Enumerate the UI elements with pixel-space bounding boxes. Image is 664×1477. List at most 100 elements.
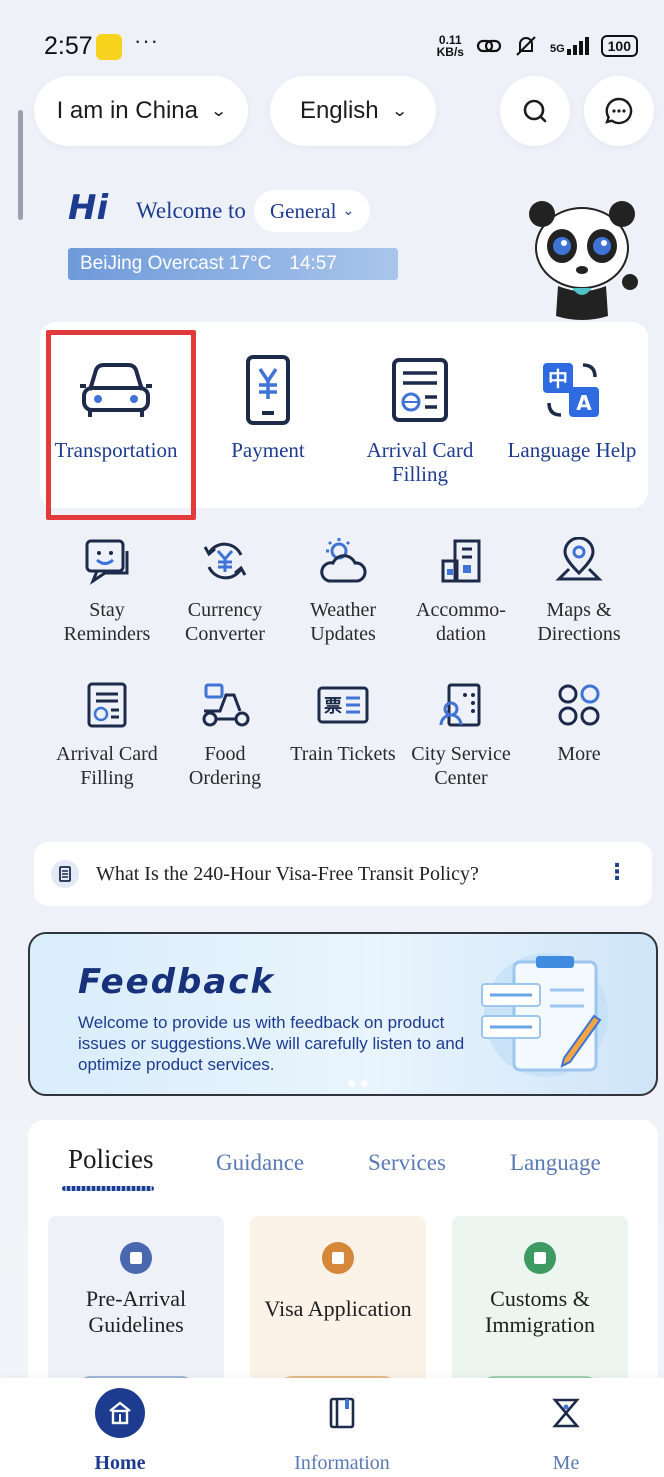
status-bar: 2:57 ··· 0.11 KB/s 5G 100	[0, 0, 664, 80]
service-label: Maps & Directions	[537, 599, 621, 645]
net-speed-unit: KB/s	[436, 45, 464, 59]
weather-condition: Overcast	[147, 253, 224, 274]
feedback-banner[interactable]: Feedback Welcome to provide us with feed…	[28, 932, 658, 1096]
service-more[interactable]: More	[520, 678, 638, 766]
service-label: Train Tickets	[290, 743, 396, 765]
document-icon	[120, 1242, 152, 1274]
weather-temperature: 17°C	[228, 253, 272, 274]
service-accommodation[interactable]: Accommo-dation	[402, 534, 520, 646]
policy-card-customs[interactable]: Customs & Immigration GO➜	[452, 1216, 628, 1410]
signal-icon	[566, 37, 589, 55]
weather-city: BeiJing	[80, 253, 143, 274]
profile-icon	[541, 1388, 591, 1438]
arrival-card-small-icon	[80, 678, 134, 732]
policies-section: Policies Guidance Services Language Pre-…	[28, 1120, 658, 1410]
service-label: More	[557, 743, 601, 765]
nav-label: Information	[294, 1452, 390, 1474]
net-speed: 0.11 KB/s	[437, 34, 464, 58]
weather-band: BeiJing Overcast 17°C 14:57	[68, 248, 398, 280]
service-weather-updates[interactable]: Weather Updates	[284, 534, 402, 646]
nav-information[interactable]: Information	[262, 1388, 422, 1475]
service-currency-converter[interactable]: Currency Converter	[166, 534, 284, 646]
chevron-down-icon: ⌄	[209, 103, 228, 120]
map-pin-icon	[552, 534, 606, 588]
battery-icon: 100	[600, 35, 638, 57]
search-button[interactable]	[500, 76, 570, 146]
svg-text:票: 票	[324, 696, 342, 717]
more-notifications-icon: ···	[134, 28, 159, 53]
service-label: Payment	[231, 438, 305, 462]
mode-label: General	[270, 198, 337, 223]
service-center-icon	[434, 678, 488, 732]
notice-text: What Is the 240-Hour Visa-Free Transit P…	[96, 862, 479, 885]
service-label: Food Ordering	[188, 743, 262, 789]
service-payment[interactable]: Payment	[192, 322, 344, 508]
service-label: City Service Center	[411, 743, 511, 789]
tab-guidance[interactable]: Guidance	[216, 1150, 304, 1176]
tab-policies[interactable]: Policies	[68, 1144, 154, 1175]
weather-icon	[316, 534, 370, 588]
currency-icon	[198, 534, 252, 588]
svg-text:中: 中	[548, 367, 568, 391]
weather-summary: BeiJing Overcast 17°C	[80, 253, 271, 275]
yuan-phone-icon	[230, 352, 306, 428]
home-icon	[95, 1388, 145, 1438]
nav-home[interactable]: Home	[40, 1388, 200, 1475]
service-stay-reminders[interactable]: Stay Reminders	[48, 534, 166, 646]
service-maps-directions[interactable]: Maps & Directions	[520, 534, 638, 646]
language-label: English	[299, 97, 379, 124]
search-icon	[523, 99, 547, 123]
tab-underline	[62, 1186, 154, 1191]
more-vertical-icon[interactable]: ⋮	[606, 860, 628, 885]
chevron-down-icon: ⌄	[390, 103, 409, 120]
document-icon	[322, 1242, 354, 1274]
more-grid-icon	[552, 678, 606, 732]
service-arrival-card[interactable]: Arrival Card Filling	[344, 322, 496, 508]
feedback-body: Welcome to provide us with feedback on p…	[78, 1013, 465, 1074]
service-label: Arrival Card Filling	[56, 743, 158, 789]
book-icon	[317, 1388, 367, 1438]
status-time: 2:57	[44, 32, 93, 60]
mode-selector[interactable]: General ⌄	[254, 190, 371, 232]
mute-icon	[516, 36, 536, 56]
tab-services[interactable]: Services	[368, 1150, 446, 1176]
service-arrival-card-filling[interactable]: Arrival Card Filling	[48, 678, 166, 790]
service-label: Weather Updates	[309, 599, 377, 645]
welcome-text: Welcome to	[136, 198, 246, 223]
service-train-tickets[interactable]: 票 Train Tickets	[284, 678, 402, 766]
notification-app-icon	[96, 34, 122, 60]
service-label: Language Help	[507, 438, 637, 462]
chat-button[interactable]	[584, 76, 654, 146]
link-icon	[476, 39, 502, 53]
service-label: Stay Reminders	[63, 599, 151, 645]
location-selector[interactable]: I am in China ⌄	[34, 76, 248, 146]
translate-icon: 中A	[534, 352, 610, 428]
nav-me[interactable]: Me	[486, 1388, 646, 1475]
scroll-indicator	[18, 110, 23, 220]
feedback-title: Feedback	[78, 962, 276, 1002]
ticket-icon: 票	[316, 678, 370, 732]
panda-mascot-icon	[529, 201, 638, 320]
policy-card-title: Visa Application	[264, 1296, 412, 1321]
transportation-highlight-box	[46, 330, 196, 520]
policy-card-pre-arrival[interactable]: Pre-Arrival Guidelines GO➜	[48, 1216, 224, 1410]
chat-icon	[605, 97, 633, 125]
tab-language[interactable]: Language	[510, 1150, 601, 1176]
nav-label: Me	[552, 1452, 580, 1474]
document-icon	[524, 1242, 556, 1274]
policy-card-title: Customs & Immigration	[485, 1286, 595, 1337]
document-icon	[51, 860, 79, 888]
service-label: Accommo-dation	[416, 599, 506, 645]
service-city-service-center[interactable]: City Service Center	[402, 678, 520, 790]
building-icon	[434, 534, 488, 588]
policy-card-title: Pre-Arrival Guidelines	[85, 1286, 187, 1337]
weather-time: 14:57	[289, 253, 337, 274]
language-selector[interactable]: English ⌄	[270, 76, 436, 146]
policy-card-visa[interactable]: Visa Application GO➜	[250, 1216, 426, 1410]
service-food-ordering[interactable]: Food Ordering	[166, 678, 284, 790]
bottom-nav: Home Information Me	[0, 1378, 664, 1477]
service-language-help[interactable]: 中A Language Help	[496, 322, 648, 508]
notice-bar[interactable]: What Is the 240-Hour Visa-Free Transit P…	[34, 842, 652, 906]
status-icons: 0.11 KB/s 5G 100	[437, 34, 638, 58]
service-label: Currency Converter	[185, 599, 265, 645]
